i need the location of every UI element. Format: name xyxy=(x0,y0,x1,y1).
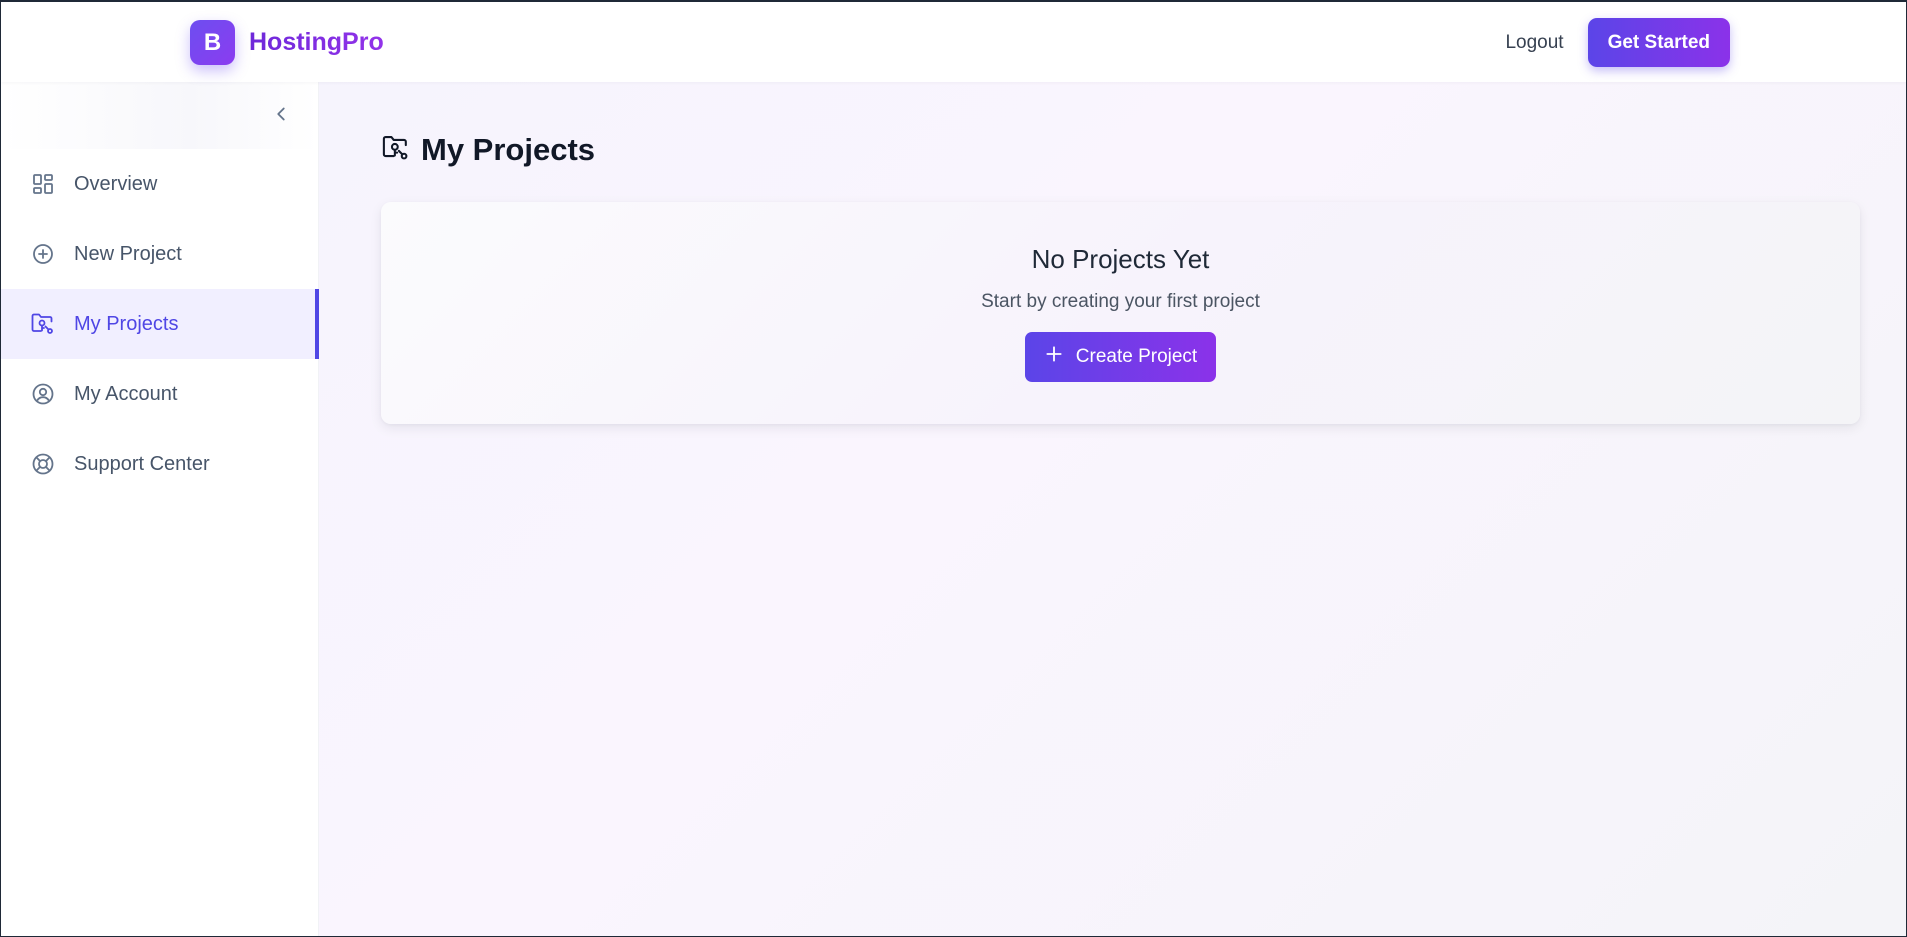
sidebar-item-overview[interactable]: Overview xyxy=(1,149,318,219)
sidebar-item-support-center[interactable]: Support Center xyxy=(1,429,318,499)
sidebar-item-label: Support Center xyxy=(74,452,210,475)
logout-link[interactable]: Logout xyxy=(1505,32,1563,54)
chevron-left-icon[interactable] xyxy=(270,103,292,125)
brand[interactable]: B HostingPro xyxy=(190,20,384,65)
sidebar-item-new-project[interactable]: New Project xyxy=(1,219,318,289)
create-project-button[interactable]: Create Project xyxy=(1024,332,1217,382)
page-header: My Projects xyxy=(381,132,595,168)
sidebar-item-label: Overview xyxy=(74,172,158,195)
brand-logo: B xyxy=(190,20,235,65)
top-navbar: B HostingPro Logout Get Started xyxy=(1,2,1906,82)
sidebar-item-label: My Account xyxy=(74,382,178,405)
sidebar-item-label: My Projects xyxy=(74,312,179,335)
empty-state-card: No Projects Yet Start by creating your f… xyxy=(381,202,1860,424)
plus-icon xyxy=(1044,344,1064,370)
sidebar-collapse-row xyxy=(1,82,318,149)
folder-key-icon xyxy=(381,133,411,168)
empty-state-title: No Projects Yet xyxy=(1031,244,1210,274)
sidebar: Overview New Project My Projects My Acco… xyxy=(1,82,319,936)
brand-name: HostingPro xyxy=(249,28,384,56)
sidebar-item-label: New Project xyxy=(74,242,182,265)
app-window: B HostingPro Logout Get Started Overview xyxy=(0,0,1907,937)
get-started-button[interactable]: Get Started xyxy=(1587,18,1730,67)
page-title: My Projects xyxy=(421,132,596,167)
user-circle-icon xyxy=(30,381,56,407)
lifebuoy-icon xyxy=(30,451,56,477)
header-actions: Logout Get Started xyxy=(1505,18,1730,67)
plus-circle-icon xyxy=(30,241,56,267)
empty-state-subtitle: Start by creating your first project xyxy=(981,291,1260,312)
create-project-label: Create Project xyxy=(1075,346,1198,367)
sidebar-item-my-account[interactable]: My Account xyxy=(1,359,318,429)
folder-key-icon xyxy=(30,311,56,337)
sidebar-item-my-projects[interactable]: My Projects xyxy=(1,289,319,359)
main-content: My Projects No Projects Yet Start by cre… xyxy=(319,82,1906,936)
sidebar-nav: Overview New Project My Projects My Acco… xyxy=(1,149,319,499)
grid-icon xyxy=(30,171,56,197)
